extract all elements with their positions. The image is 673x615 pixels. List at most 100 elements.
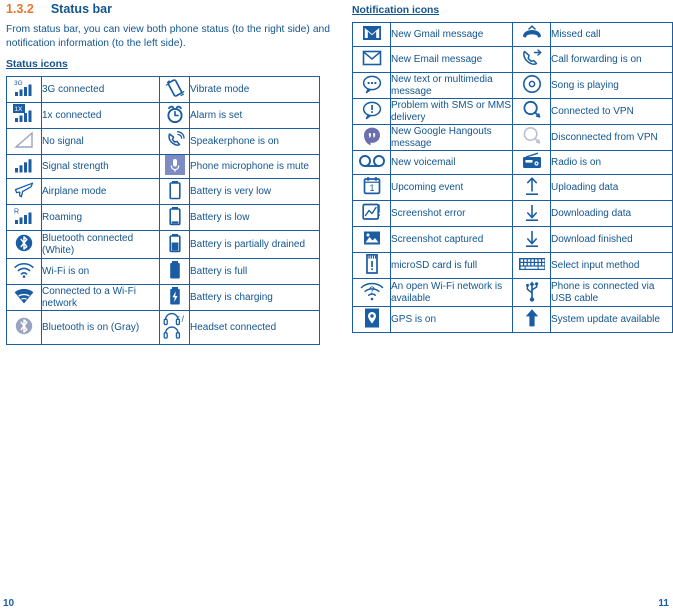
vpn-connected-icon xyxy=(512,98,551,125)
page-title: 1.3.2 Status bar xyxy=(6,0,336,16)
speakerphone-icon xyxy=(159,128,190,155)
wifi-connected-icon xyxy=(6,284,42,311)
3g-signal-icon: 3G xyxy=(6,76,42,103)
notification-icons-table: New Gmail message Missed call New Email … xyxy=(352,22,673,333)
notification-label: Radio is on xyxy=(550,150,673,175)
status-label: Battery is very low xyxy=(189,178,320,205)
table-row: Connected to a Wi-Fi network Battery is … xyxy=(6,284,320,311)
status-label: 1x connected xyxy=(41,102,160,129)
table-row: 3G 3G connected Vibrate mode xyxy=(6,76,320,103)
status-label: Roaming xyxy=(41,204,160,231)
battery-low-icon xyxy=(159,204,190,231)
signal-strength-icon xyxy=(6,154,42,179)
table-row: Screenshot captured Download finished xyxy=(352,226,673,253)
svg-text:/: / xyxy=(181,314,184,324)
notification-label: microSD card is full xyxy=(390,252,513,279)
battery-very-low-icon xyxy=(159,178,190,205)
notification-label: Problem with SMS or MMS delivery xyxy=(390,98,513,125)
radio-icon xyxy=(512,150,551,175)
voicemail-icon xyxy=(352,150,391,175)
svg-text:1: 1 xyxy=(369,183,374,193)
svg-text:3G: 3G xyxy=(14,80,23,87)
notification-label: System update available xyxy=(550,306,673,333)
call-forwarding-icon xyxy=(512,46,551,73)
no-signal-icon xyxy=(6,128,42,155)
notification-label: New text or multimedia message xyxy=(390,72,513,99)
status-label: Alarm is set xyxy=(189,102,320,129)
status-label: Battery is full xyxy=(189,258,320,285)
keyboard-icon xyxy=(512,252,551,279)
notification-label: Call forwarding is on xyxy=(550,46,673,73)
notification-label: Disconnected from VPN xyxy=(550,124,673,151)
table-row: R Roaming Battery is low xyxy=(6,204,320,231)
table-row: GPS is on System update available xyxy=(352,306,673,333)
status-label: Battery is partially drained xyxy=(189,230,320,259)
svg-text:?: ? xyxy=(369,286,375,297)
airplane-icon xyxy=(6,178,42,205)
left-column: 1.3.2 Status bar From status bar, you can… xyxy=(6,0,336,345)
status-label: Airplane mode xyxy=(41,178,160,205)
intro-paragraph: From status bar, you can view both phone… xyxy=(6,24,330,49)
download-finished-icon xyxy=(512,226,551,253)
status-label: Bluetooth is on (Gray) xyxy=(41,310,160,345)
notification-label: An open Wi-Fi network is available xyxy=(390,278,513,307)
headset-icon: / xyxy=(159,310,190,345)
status-label: Speakerphone is on xyxy=(189,128,320,155)
table-row: Wi-Fi is on Battery is full xyxy=(6,258,320,285)
notification-label: Uploading data xyxy=(550,174,673,201)
manual-page: 1.3.2 Status bar From status bar, you can… xyxy=(0,0,673,615)
page-number-left: 10 xyxy=(3,598,15,609)
gps-icon xyxy=(352,306,391,333)
table-row: Bluetooth is on (Gray) / Headset connect… xyxy=(6,310,320,345)
system-update-icon xyxy=(512,306,551,333)
notification-label: New voicemail xyxy=(390,150,513,175)
table-row: Signal strength Phone microphone is mute xyxy=(6,154,320,179)
status-label: Connected to a Wi-Fi network xyxy=(41,284,160,311)
battery-charging-icon xyxy=(159,284,190,311)
missed-call-icon xyxy=(512,22,551,47)
status-label: Phone microphone is mute xyxy=(189,154,320,179)
table-row: 1X 1x connected Alarm is set xyxy=(6,102,320,129)
upload-icon xyxy=(512,174,551,201)
notification-label: Upcoming event xyxy=(390,174,513,201)
status-label: No signal xyxy=(41,128,160,155)
notification-label: New Google Hangouts message xyxy=(390,124,513,151)
page-number-right: 11 xyxy=(658,598,669,609)
usb-icon xyxy=(512,278,551,307)
table-row: New text or multimedia message Song is p… xyxy=(352,72,673,99)
1x-signal-icon: 1X xyxy=(6,102,42,129)
battery-full-icon xyxy=(159,258,190,285)
table-row: microSD card is full Select input method xyxy=(352,252,673,279)
open-wifi-icon: ? xyxy=(352,278,391,307)
section-number: 1.3.2 xyxy=(6,2,34,16)
sdcard-full-icon xyxy=(352,252,391,279)
status-label: Battery is charging xyxy=(189,284,320,311)
status-label: Bluetooth connected (White) xyxy=(41,230,160,259)
music-playing-icon xyxy=(512,72,551,99)
roaming-icon: R xyxy=(6,204,42,231)
table-row: Problem with SMS or MMS delivery Connect… xyxy=(352,98,673,125)
screenshot-error-icon xyxy=(352,200,391,227)
notification-label: Select input method xyxy=(550,252,673,279)
notification-label: Screenshot error xyxy=(390,200,513,227)
bluetooth-on-gray-icon xyxy=(6,310,42,345)
email-icon xyxy=(352,46,391,73)
gmail-icon xyxy=(352,22,391,47)
notification-label: GPS is on xyxy=(390,306,513,333)
notification-label: Download finished xyxy=(550,226,673,253)
vibrate-icon xyxy=(159,76,190,103)
battery-partial-icon xyxy=(159,230,190,259)
notification-label: Missed call xyxy=(550,22,673,47)
table-row: ? An open Wi-Fi network is available Pho… xyxy=(352,278,673,307)
calendar-event-icon: 1 xyxy=(352,174,391,201)
status-label: Vibrate mode xyxy=(189,76,320,103)
sms-problem-icon xyxy=(352,98,391,125)
status-label: Wi-Fi is on xyxy=(41,258,160,285)
alarm-clock-icon xyxy=(159,102,190,129)
section-title: Status bar xyxy=(50,2,112,16)
notification-label: Screenshot captured xyxy=(390,226,513,253)
table-row: Screenshot error Downloading data xyxy=(352,200,673,227)
table-row: Bluetooth connected (White) Battery is p… xyxy=(6,230,320,259)
bluetooth-connected-icon xyxy=(6,230,42,259)
table-row: New Google Hangouts message Disconnected… xyxy=(352,124,673,151)
